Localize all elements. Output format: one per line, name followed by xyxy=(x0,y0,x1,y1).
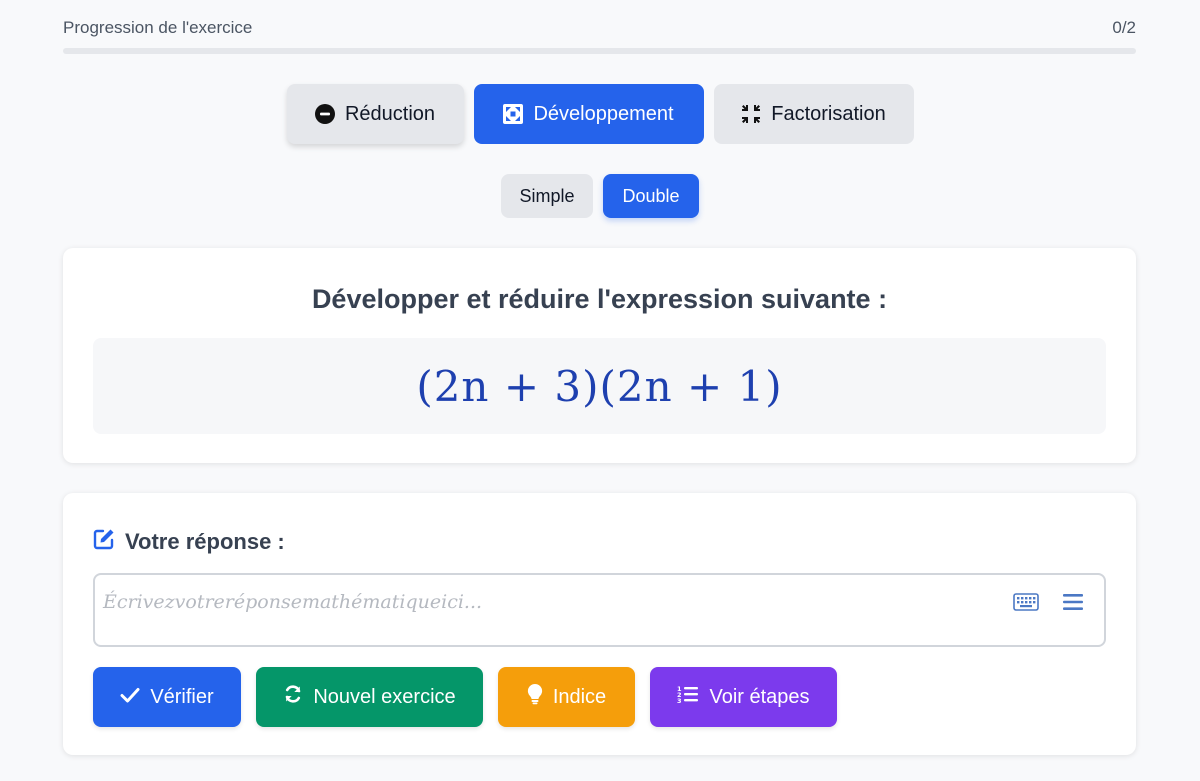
view-steps-button[interactable]: 1 2 3 Voir étapes xyxy=(650,667,837,727)
view-steps-label: Voir étapes xyxy=(709,685,810,708)
answer-card: Votre réponse : Écrivezvotreréponsemathé… xyxy=(63,493,1136,755)
tab-reduction-label: Réduction xyxy=(344,102,436,125)
question-title: Développer et réduire l'expression suiva… xyxy=(311,284,888,314)
edit-icon xyxy=(93,528,115,556)
compress-icon xyxy=(741,104,761,124)
tab-simple[interactable]: Simple xyxy=(501,174,593,218)
progress-header: Progression de l'exercice 0/2 xyxy=(63,18,1136,38)
tab-developpement[interactable]: Développement xyxy=(473,84,704,144)
action-buttons: Vérifier Nouvel exercice Indice 1 2 3 Vo… xyxy=(93,667,837,727)
verify-label: Vérifier xyxy=(150,685,214,708)
progress-count: 0/2 xyxy=(1112,18,1136,37)
lightbulb-icon xyxy=(527,683,543,711)
tab-double[interactable]: Double xyxy=(603,174,699,218)
keyboard-icon[interactable] xyxy=(1011,590,1041,614)
answer-placeholder: Écrivezvotreréponsemathématiqueici... xyxy=(103,591,483,613)
minus-circle-icon xyxy=(314,104,335,124)
tab-factorisation[interactable]: Factorisation xyxy=(713,84,914,144)
answer-input[interactable]: Écrivezvotreréponsemathématiqueici... xyxy=(93,573,1106,647)
tab-developpement-label: Développement xyxy=(533,102,674,125)
progress-bar xyxy=(63,48,1136,54)
progress-label: Progression de l'exercice xyxy=(63,18,253,37)
check-icon xyxy=(120,686,140,709)
answer-label: Votre réponse : xyxy=(93,528,285,556)
refresh-icon xyxy=(283,684,303,710)
tab-reduction[interactable]: Réduction xyxy=(286,84,464,144)
hint-button[interactable]: Indice xyxy=(498,667,635,727)
answer-label-text: Votre réponse : xyxy=(125,529,285,554)
svg-text:3: 3 xyxy=(677,697,682,703)
menu-icon[interactable] xyxy=(1058,590,1088,614)
hint-label: Indice xyxy=(552,685,607,708)
exercise-page: Progression de l'exercice 0/2 Réduction … xyxy=(0,0,1200,781)
question-card: Développer et réduire l'expression suiva… xyxy=(63,248,1136,463)
expression-box: (2n + 3)(2n + 1) xyxy=(93,338,1106,434)
ordered-list-icon: 1 2 3 xyxy=(677,685,699,709)
expand-icon xyxy=(503,104,524,124)
sub-mode-tabs: Simple Double xyxy=(0,174,1200,218)
math-expression: (2n + 3)(2n + 1) xyxy=(416,361,783,411)
new-exercise-button[interactable]: Nouvel exercice xyxy=(256,667,483,727)
verify-button[interactable]: Vérifier xyxy=(93,667,241,727)
mode-tabs: Réduction Développement Factorisation xyxy=(0,84,1200,144)
new-exercise-label: Nouvel exercice xyxy=(313,685,456,708)
tab-factorisation-label: Factorisation xyxy=(771,102,886,125)
